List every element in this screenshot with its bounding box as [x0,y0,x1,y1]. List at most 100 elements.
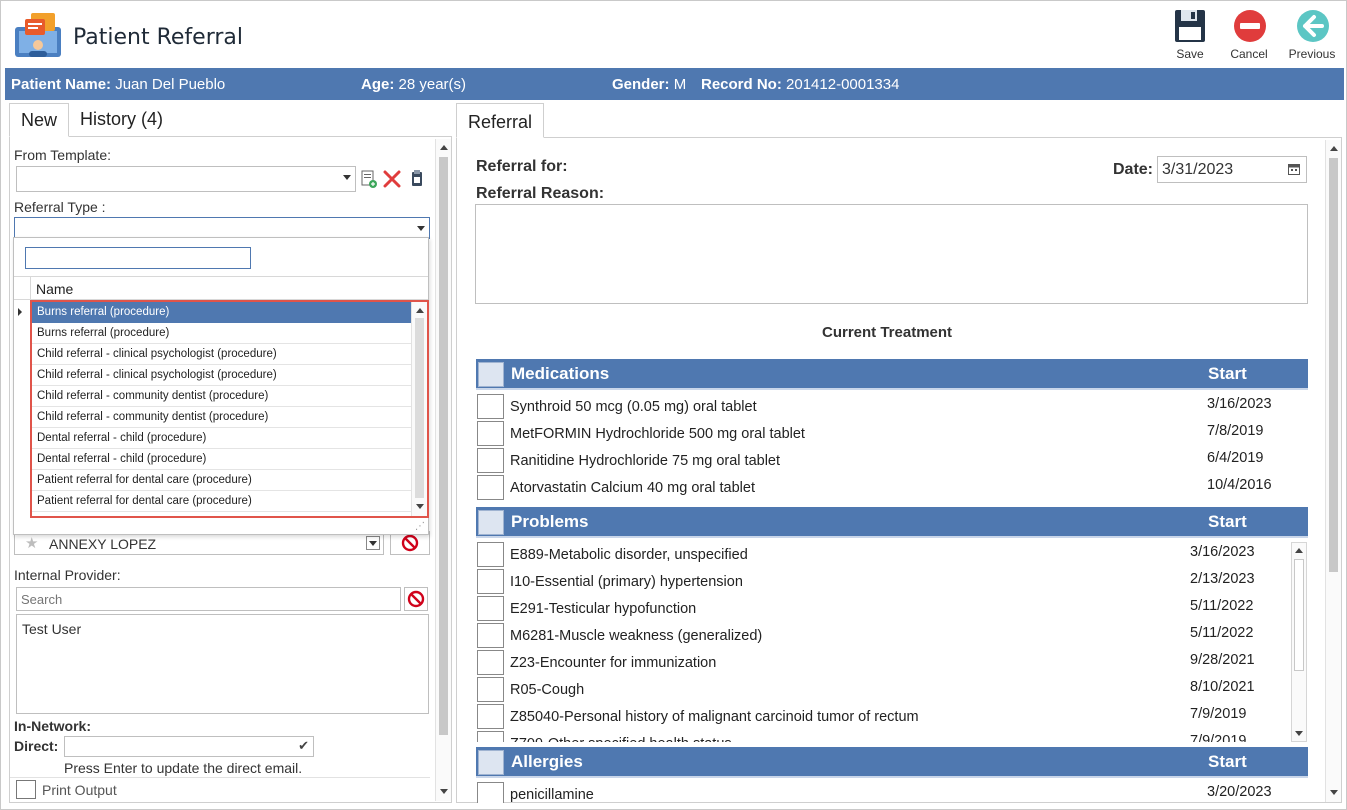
problems-item-start: 5/11/2022 [1190,598,1254,614]
grid-column-header: Name [14,276,428,301]
referral-type-option[interactable]: Child referral - community dentist (proc… [32,407,412,428]
from-template-dropdown[interactable] [16,166,356,192]
problems-item-checkbox[interactable] [477,542,504,567]
referral-type-option[interactable]: Patient referral for dental care (proced… [32,491,412,512]
add-template-icon[interactable] [360,169,378,189]
chevron-down-icon [417,226,425,231]
left-scrollbar[interactable] [435,139,451,801]
resize-grip-icon[interactable]: ⋰ [415,521,425,532]
tab-referral[interactable]: Referral [456,103,545,138]
medications-start-header: Start [1208,364,1247,383]
referral-type-option[interactable]: Child referral - clinical psychologist (… [32,344,412,365]
problems-item: I10-Essential (primary) hypertension 2/13… [476,568,1276,595]
problems-scrollbar[interactable] [1291,542,1307,742]
problems-item: Z709-Other specified health status 7/9/20… [476,730,1276,742]
medications-item-start: 6/4/2019 [1207,450,1264,466]
problems-item-checkbox[interactable] [477,596,504,621]
delete-template-icon[interactable] [383,170,401,188]
problems-section-header: Problems Start [476,507,1308,538]
scroll-thumb[interactable] [1294,559,1304,671]
scroll-down-icon[interactable] [1330,790,1338,795]
allergies-item-checkbox[interactable] [477,782,504,803]
direct-hint: Press Enter to update the direct email. [64,760,303,776]
problems-item-checkbox[interactable] [477,731,504,742]
internal-provider-search-input[interactable] [16,587,401,611]
referral-type-option[interactable]: Burns referral (procedure) [32,302,412,323]
allergies-select-all-checkbox[interactable] [478,750,504,775]
print-output-checkbox[interactable] [16,780,36,799]
problems-item-checkbox[interactable] [477,677,504,702]
scroll-down-icon[interactable] [440,789,448,794]
medications-item-checkbox[interactable] [477,421,504,446]
allergies-start-header: Start [1208,752,1247,771]
date-value: 3/31/2023 [1162,161,1234,178]
referral-type-option[interactable]: Dental referral - child (procedure) [32,428,412,449]
direct-email-input[interactable]: ✔ [64,736,314,757]
internal-provider-item[interactable]: Test User [22,621,81,637]
scroll-thumb[interactable] [415,318,424,498]
referral-type-option[interactable]: Burns referral (procedure) [32,323,412,344]
allergies-item-name: penicillamine [510,787,594,803]
problems-item: R05-Cough 8/10/2021 [476,676,1276,703]
patient-referral-window: Patient Referral Save Cancel Previous Pa… [0,0,1347,810]
direct-label: Direct: [14,738,59,754]
scroll-down-icon[interactable] [416,504,424,509]
no-entry-icon [407,590,425,608]
problems-item-name: E291-Testicular hypofunction [510,601,697,617]
grid-scrollbar[interactable] [411,302,427,516]
scroll-down-icon[interactable] [1295,731,1303,736]
scroll-thumb[interactable] [439,157,448,735]
problems-item-name: R05-Cough [510,682,585,698]
problems-select-all-checkbox[interactable] [478,510,504,535]
referral-type-option[interactable]: Patient referral for dental care (proced… [32,470,412,491]
problems-item-checkbox[interactable] [477,650,504,675]
referral-type-option[interactable]: Dental referral - child (procedure) [32,449,412,470]
patient-age-field: Age: 28 year(s) [361,76,467,93]
medications-item-checkbox[interactable] [477,448,504,473]
clear-internal-provider-button[interactable] [404,587,428,611]
previous-button[interactable]: Previous [1284,7,1340,63]
problems-item: Z23-Encounter for immunization 9/28/2021 [476,649,1276,676]
scroll-up-icon[interactable] [416,308,424,313]
medications-item-name: MetFORMIN Hydrochloride 500 mg oral tabl… [510,426,805,442]
tab-new[interactable]: New [9,103,70,137]
tab-history[interactable]: History (4) [69,103,174,137]
scroll-up-icon[interactable] [1330,146,1338,151]
cancel-button[interactable]: Cancel [1221,7,1277,63]
allergies-list: penicillamine 3/20/2023 [457,781,1317,803]
scroll-thumb[interactable] [1329,158,1338,572]
patient-name-field: Patient Name: Juan Del Pueblo [11,76,226,93]
medications-select-all-checkbox[interactable] [478,362,504,387]
scroll-up-icon[interactable] [1295,548,1303,553]
from-template-label: From Template: [14,147,111,163]
date-input[interactable]: 3/31/2023 [1157,156,1307,183]
medications-item-start: 3/16/2023 [1207,396,1272,412]
referral-type-filter-input[interactable] [25,247,251,269]
date-label: Date: [1113,161,1154,178]
star-icon[interactable]: ★ [25,534,38,552]
save-button[interactable]: Save [1162,7,1218,63]
medications-item-checkbox[interactable] [477,394,504,419]
referral-for-label: Referral for: [476,158,568,175]
referral-type-dropdown[interactable] [14,217,430,239]
internal-provider-label: Internal Provider: [14,567,121,583]
referral-type-option[interactable]: Child referral - community dentist (proc… [32,386,412,407]
scroll-up-icon[interactable] [440,145,448,150]
allergies-section-header: Allergies Start [476,747,1308,778]
internal-provider-list[interactable]: Test User [16,614,429,714]
patient-gender-field: Gender: M [612,76,687,93]
right-scrollbar[interactable] [1325,140,1341,802]
problems-item: E291-Testicular hypofunction 5/11/2022 [476,595,1276,622]
referral-reason-textarea[interactable] [475,204,1308,304]
clipboard-icon[interactable] [410,169,424,187]
problems-item-checkbox[interactable] [477,623,504,648]
referral-type-option[interactable]: Child referral - clinical psychologist (… [32,365,412,386]
problems-item-checkbox[interactable] [477,704,504,729]
medications-list: Synthroid 50 mcg (0.05 mg) oral tablet 3/… [457,393,1317,503]
allergies-title: Allergies [511,752,583,771]
calendar-icon[interactable] [1288,163,1300,175]
name-column-header[interactable]: Name [36,281,73,297]
page-title: Patient Referral [73,25,244,50]
medications-item-checkbox[interactable] [477,475,504,500]
problems-item-checkbox[interactable] [477,569,504,594]
